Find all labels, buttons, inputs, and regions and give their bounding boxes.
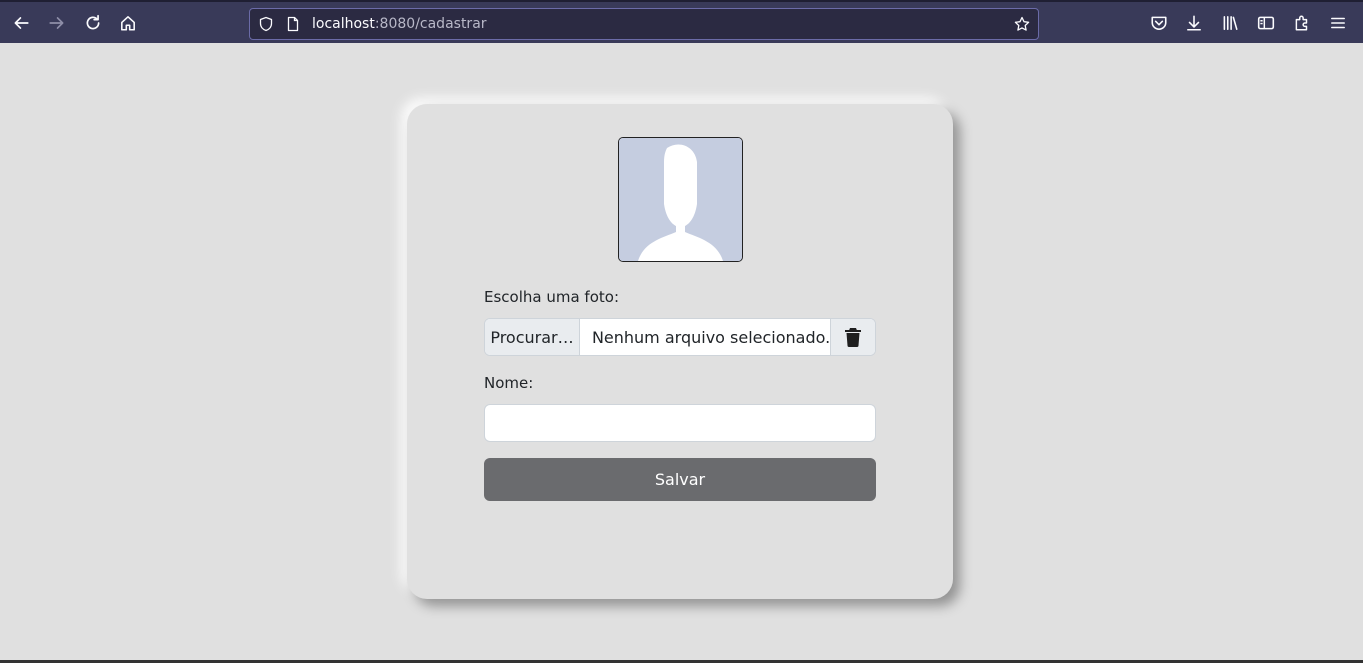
save-button[interactable]: Salvar	[484, 458, 876, 501]
clear-file-button[interactable]	[830, 319, 875, 355]
file-input-group[interactable]: Procurar… Nenhum arquivo selecionado.	[484, 318, 876, 356]
avatar-preview	[618, 137, 743, 262]
url-bar[interactable]: localhost:8080/cadastrar	[249, 8, 1039, 40]
library-icon[interactable]	[1219, 12, 1241, 34]
url-host: localhost	[312, 16, 375, 32]
photo-label: Escolha uma foto:	[484, 288, 619, 306]
puzzle-icon[interactable]	[1291, 12, 1313, 34]
home-icon[interactable]	[117, 12, 139, 34]
pocket-icon[interactable]	[1148, 12, 1170, 34]
url-text[interactable]: localhost:8080/cadastrar	[312, 16, 487, 32]
url-path: :8080/cadastrar	[374, 16, 487, 32]
browser-toolbar: localhost:8080/cadastrar	[0, 0, 1363, 43]
browse-button[interactable]: Procurar…	[485, 319, 580, 355]
name-label: Nome:	[484, 374, 534, 392]
name-input[interactable]	[484, 404, 876, 442]
file-status-text[interactable]: Nenhum arquivo selecionado.	[580, 319, 830, 355]
back-icon[interactable]	[10, 12, 32, 34]
register-card: Escolha uma foto: Procurar… Nenhum arqui…	[407, 104, 953, 599]
download-icon[interactable]	[1183, 12, 1205, 34]
page-icon	[285, 16, 303, 34]
star-icon[interactable]	[1014, 16, 1032, 34]
shield-icon[interactable]	[258, 16, 276, 34]
hamburger-menu-icon[interactable]	[1327, 12, 1349, 34]
forward-icon[interactable]	[46, 12, 68, 34]
sidebar-icon[interactable]	[1255, 12, 1277, 34]
reload-icon[interactable]	[82, 12, 104, 34]
person-silhouette-icon	[619, 138, 742, 261]
trash-icon	[845, 328, 862, 347]
